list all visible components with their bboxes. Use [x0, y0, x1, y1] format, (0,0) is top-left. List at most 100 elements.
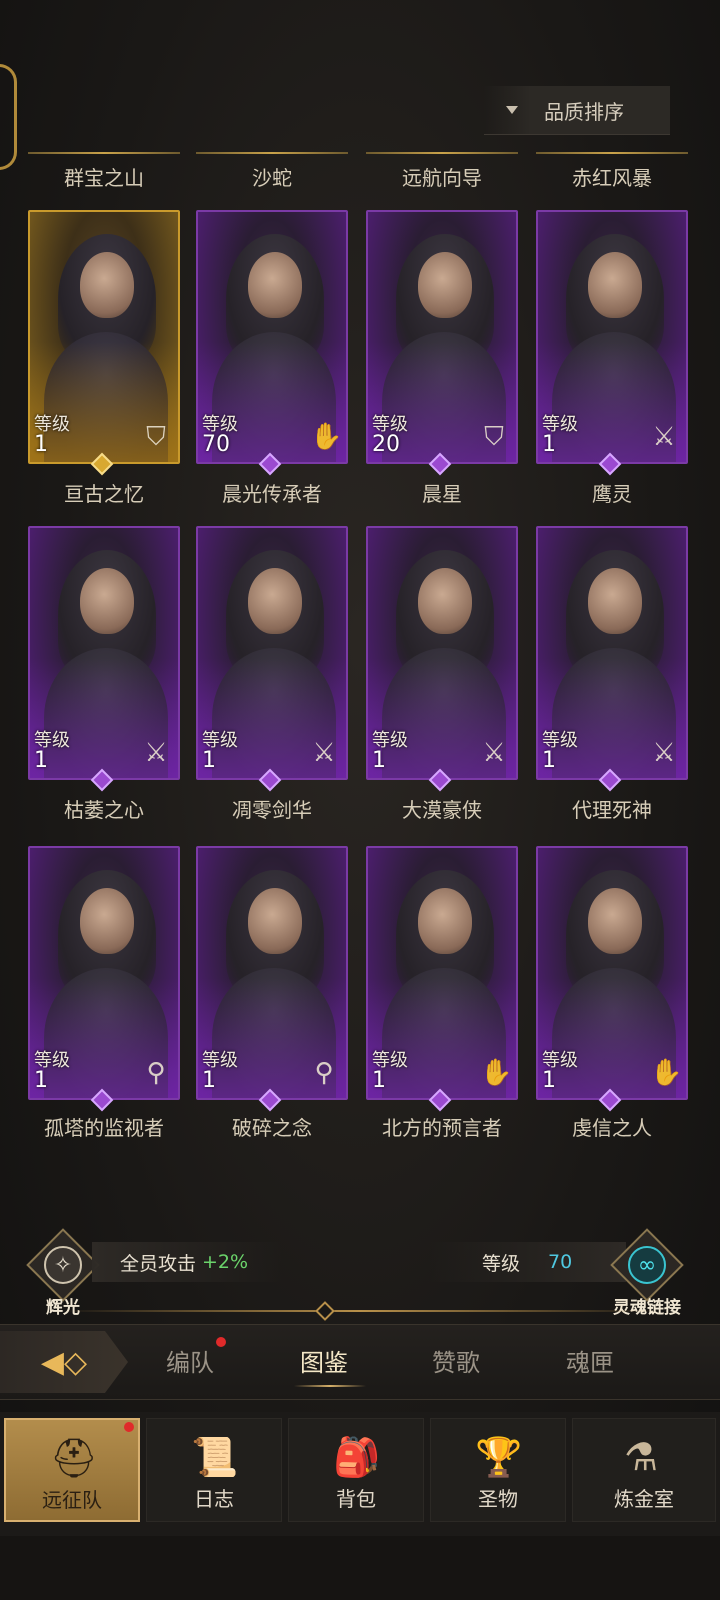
hero-card[interactable]: 等级 1 ⚔ 大漠豪侠: [366, 526, 518, 822]
tab-label: 赞歌: [432, 1349, 480, 1377]
tab-soul-box[interactable]: 魂匣: [566, 1343, 614, 1378]
level-value: 1: [542, 748, 556, 773]
hero-name: 枯萎之心: [64, 798, 144, 822]
hero-name: 沙蛇: [252, 166, 292, 190]
sword-icon: ⚔: [144, 738, 168, 768]
hero-portrait: 等级 1 ⚔: [28, 526, 180, 780]
section-divider: [60, 1310, 660, 1312]
nav-label: 日志: [194, 1487, 234, 1511]
hero-portrait: 等级 1 ⛉: [28, 210, 180, 464]
staff-icon: ⚲: [146, 1058, 166, 1088]
portrait-face: [248, 252, 302, 318]
nav-label: 背包: [336, 1487, 376, 1511]
hero-card[interactable]: 等级 1 ⚔ 代理死神: [536, 526, 688, 822]
level-value: 1: [34, 748, 48, 773]
hero-name: 孤塔的监视者: [44, 1116, 164, 1140]
compass-icon: ✧: [44, 1246, 82, 1284]
backpack-icon: 🎒: [333, 1434, 381, 1479]
active-tab-underline: [294, 1385, 366, 1387]
level-label: 等级: [482, 1252, 521, 1275]
tab-label: 图鉴: [300, 1349, 348, 1377]
nav-label: 炼金室: [614, 1487, 674, 1511]
nav-label: 圣物: [478, 1487, 518, 1511]
hero-portrait: 等级 1 ✋: [536, 846, 688, 1100]
soul-link-emblem[interactable]: ∞ 灵魂链接: [610, 1228, 684, 1318]
attack-value: +2%: [202, 1251, 249, 1273]
portrait-face: [80, 568, 134, 634]
hero-card[interactable]: 等级 1 ✋ 虔信之人: [536, 846, 688, 1140]
back-button[interactable]: ◀◇: [0, 1331, 128, 1393]
hero-card[interactable]: 等级 1 ⚔ 鹰灵: [536, 210, 688, 506]
level-value: 1: [542, 432, 556, 457]
radiance-emblem[interactable]: ✧ 辉光: [26, 1228, 100, 1318]
hero-name: 群宝之山: [64, 166, 144, 190]
shield-icon: ⛉: [484, 422, 504, 452]
bottom-edge: [0, 1536, 720, 1600]
tab-formation[interactable]: 编队: [166, 1337, 226, 1378]
hero-card[interactable]: 等级 20 ⛉ 晨星: [366, 210, 518, 506]
soul-link-caption: 灵魂链接: [613, 1298, 681, 1318]
level-value: 1: [34, 1068, 48, 1093]
hero-card[interactable]: 等级 70 ✋ 晨光传承者: [196, 210, 348, 506]
nav-label: 远征队: [42, 1488, 102, 1512]
hero-name: 晨星: [422, 482, 462, 506]
hand-icon: ✋: [650, 1058, 683, 1088]
level-value: 1: [542, 1068, 556, 1093]
portrait-face: [418, 568, 472, 634]
sort-quality-button[interactable]: 品质排序: [484, 86, 670, 135]
portrait-face: [588, 888, 642, 954]
hero-card[interactable]: 等级 1 ⚔ 凋零剑华: [196, 526, 348, 822]
card-top-border: [536, 152, 688, 154]
portrait-face: [80, 888, 134, 954]
collection-status-bar: ✧ 辉光 全员攻击 +2% 等级 70 ∞ 灵魂链接: [0, 1228, 720, 1318]
level-value: 70: [548, 1251, 573, 1273]
level-value: 70: [202, 432, 230, 457]
hero-portrait: 等级 1 ✋: [366, 846, 518, 1100]
nav-expedition[interactable]: ⛑ 远征队: [4, 1418, 140, 1522]
tab-hymn[interactable]: 赞歌: [432, 1343, 480, 1378]
card-top-border: [366, 152, 518, 154]
hero-name: 远航向导: [402, 166, 482, 190]
helmet-icon: ⛑: [49, 1435, 99, 1480]
level-value: 20: [372, 432, 400, 457]
portrait-face: [588, 252, 642, 318]
hero-portrait: 等级 1 ⚲: [196, 846, 348, 1100]
bottom-navigation: ⛑ 远征队 📜 日志 🎒 背包 🏆 圣物 ⚗ 炼金室: [0, 1412, 720, 1536]
hero-portrait: 等级 20 ⛉: [366, 210, 518, 464]
hero-portrait: 等级 70 ✋: [196, 210, 348, 464]
hero-portrait: 等级 1 ⚔: [196, 526, 348, 780]
portrait-face: [418, 252, 472, 318]
hero-name: 鹰灵: [592, 482, 632, 506]
hero-portrait: 等级 1 ⚲: [28, 846, 180, 1100]
nav-journal[interactable]: 📜 日志: [146, 1418, 282, 1522]
notification-dot: [124, 1422, 134, 1432]
hero-card[interactable]: 等级 1 ⚲ 破碎之念: [196, 846, 348, 1140]
nav-relics[interactable]: 🏆 圣物: [430, 1418, 566, 1522]
notification-dot: [216, 1337, 226, 1347]
hero-card[interactable]: 等级 1 ⚲ 孤塔的监视者: [28, 846, 180, 1140]
card-top-border: [196, 152, 348, 154]
alchemy-icon: ⚗: [623, 1435, 659, 1479]
dropdown-triangle-icon: [506, 106, 518, 114]
tab-codex[interactable]: 图鉴: [300, 1343, 348, 1378]
scroll-icon: 📜: [191, 1434, 239, 1479]
sort-label: 品质排序: [544, 99, 624, 124]
nav-backpack[interactable]: 🎒 背包: [288, 1418, 424, 1522]
hero-name: 晨光传承者: [222, 482, 322, 506]
sword-icon: ⚔: [312, 738, 336, 768]
hero-name: 破碎之念: [232, 1116, 312, 1140]
hero-name: 北方的预言者: [382, 1116, 502, 1140]
level-value: 1: [202, 748, 216, 773]
hero-name: 凋零剑华: [232, 798, 312, 822]
hero-portrait: 等级 1 ⚔: [536, 210, 688, 464]
hero-card[interactable]: 等级 1 ⛉ 亘古之忆: [28, 210, 180, 506]
tab-label: 编队: [166, 1349, 214, 1377]
chalice-icon: 🏆: [475, 1434, 523, 1479]
radiance-caption: 辉光: [46, 1298, 80, 1318]
portrait-face: [248, 888, 302, 954]
hero-card[interactable]: 等级 1 ⚔ 枯萎之心: [28, 526, 180, 822]
portrait-face: [80, 252, 134, 318]
nav-alchemy[interactable]: ⚗ 炼金室: [572, 1418, 716, 1522]
hero-card[interactable]: 等级 1 ✋ 北方的预言者: [366, 846, 518, 1140]
staff-icon: ⚲: [314, 1058, 334, 1088]
